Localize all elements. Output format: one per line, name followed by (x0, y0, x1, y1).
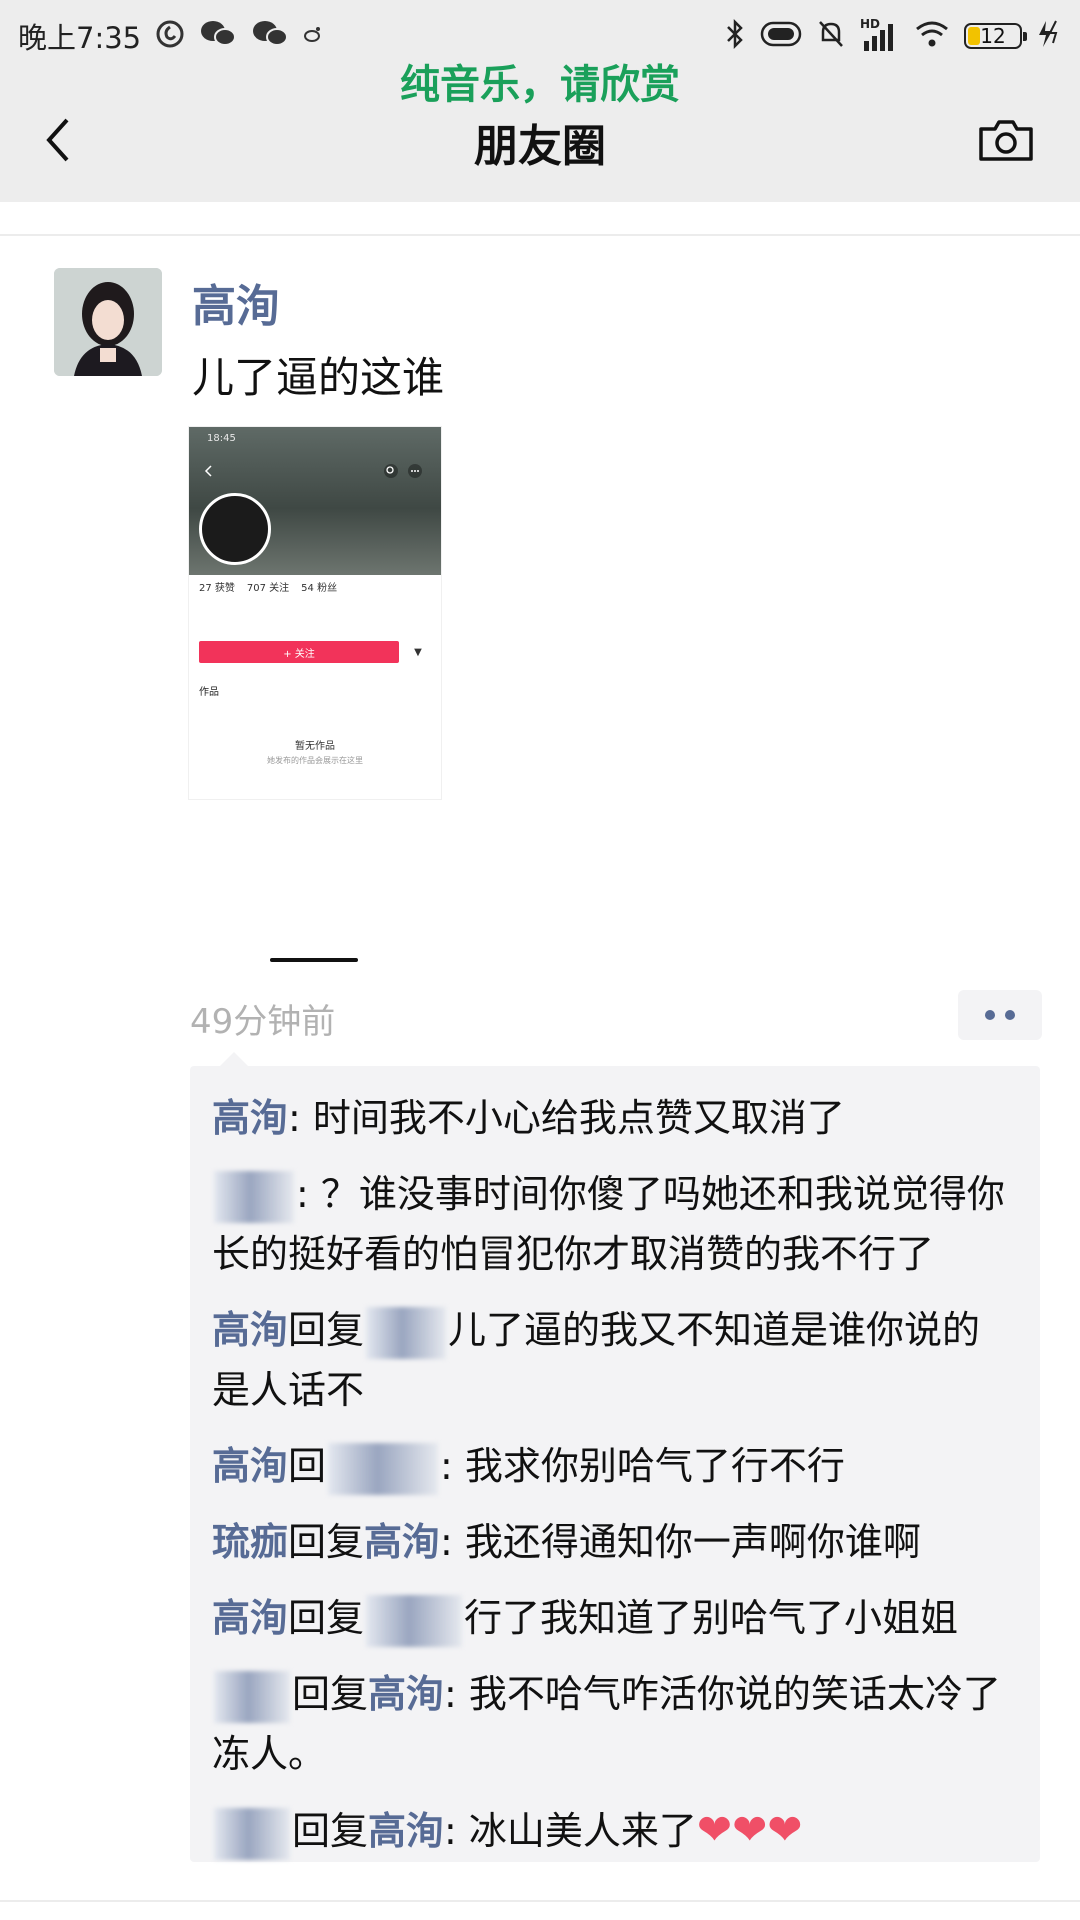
image-status-time: 18:45 (207, 433, 236, 444)
more-actions-button[interactable] (958, 990, 1042, 1040)
image-empty-subtitle: 她发布的作品会展示在这里 (267, 756, 363, 765)
redacted-name (214, 1670, 290, 1723)
reply-word: 回复 (288, 1308, 365, 1352)
comment-author[interactable]: 高洵 (212, 1308, 288, 1352)
reply-word: 回复 (288, 1596, 365, 1640)
comment-item[interactable]: : ？谁没事时间你傻了吗她还和我说觉得你长的挺好看的怕冒犯你才取消赞的我不行了 (212, 1164, 1018, 1284)
comment-item[interactable]: 高洵回复 儿了逼的我又不知道是谁你说的是人话不 (212, 1300, 1018, 1420)
wechat-icon (199, 19, 237, 53)
mute-bell-icon (816, 18, 846, 54)
page-title: 朋友圈 (474, 121, 606, 172)
weibo-icon (303, 24, 323, 48)
image-works-label: 作品 (199, 687, 219, 698)
comment-text: : 时间我不小心给我点赞又取消了 (288, 1096, 845, 1140)
comment-author[interactable]: 高洵 (212, 1096, 288, 1140)
image-stats: 27 获赞 707 关注 54 粉丝 (199, 579, 337, 594)
image-avatar (199, 493, 271, 565)
comment-text: : 冰山美人来了 (444, 1809, 697, 1853)
battery-level: 12 (980, 24, 1006, 48)
post-image[interactable]: 18:45 27 获赞 707 关注 54 粉丝 + 关注 ▼ 作品 暂无作品 … (188, 426, 442, 800)
camera-button[interactable] (976, 112, 1036, 168)
network-label: HD (860, 17, 881, 31)
heart-icons: ❤❤❤ (696, 1805, 803, 1854)
toggle-icon (760, 21, 802, 51)
media-indicator (270, 958, 358, 962)
image-dropdown-icon: ▼ (414, 646, 422, 658)
reply-word: 回复 (292, 1809, 369, 1853)
comment-item[interactable]: 高洵回复 行了我知道了别哈气了小姐姐 (212, 1588, 1018, 1648)
reply-word: 回复 (288, 1520, 365, 1564)
image-back-icon (204, 465, 212, 477)
camera-icon (979, 120, 1033, 161)
reply-target[interactable]: 高洵 (364, 1520, 440, 1564)
comment-author[interactable]: 高洵 (212, 1444, 288, 1488)
post-text: 儿了逼的这谁 (192, 353, 445, 402)
comments-panel: 高洵: 时间我不小心给我点赞又取消了 : ？谁没事时间你傻了吗她还和我说觉得你长… (190, 1052, 1040, 1862)
wifi-icon (914, 19, 950, 53)
reply-target[interactable]: 高洵 (368, 1809, 444, 1853)
netease-music-icon (155, 19, 185, 53)
divider (0, 1900, 1080, 1902)
more-dot-icon (1005, 1010, 1015, 1020)
redacted-name (214, 1807, 290, 1860)
comment-text: : 我还得通知你一声啊你谁啊 (440, 1520, 921, 1564)
comment-item[interactable]: 高洵回 : 我求你别哈气了行不行 (212, 1436, 1018, 1496)
redacted-name (328, 1442, 439, 1495)
post-time: 49分钟前 (190, 1002, 336, 1042)
redacted-name (366, 1594, 463, 1647)
divider (0, 234, 1080, 236)
author-avatar[interactable] (54, 268, 162, 376)
redacted-name (214, 1170, 294, 1223)
comment-item[interactable]: 回复高洵: 冰山美人来了❤❤❤ (212, 1800, 1018, 1861)
reply-word: 回复 (292, 1672, 369, 1716)
image-stat-following: 707 关注 (246, 583, 290, 594)
post-author[interactable]: 高洵 (192, 270, 280, 334)
top-bar: 晚上7:35 HD 12 纯音乐，请欣赏 朋友圈 (0, 0, 1080, 202)
charging-icon (1036, 19, 1062, 53)
bluetooth-icon (724, 18, 746, 54)
redacted-name (366, 1306, 447, 1359)
image-more-icon (408, 464, 422, 478)
comment-item[interactable]: 琉痂回复高洵: 我还得通知你一声啊你谁啊 (212, 1512, 1018, 1572)
image-empty-title: 暂无作品 (295, 741, 335, 752)
comment-author[interactable]: 琉痂 (212, 1520, 288, 1564)
comment-text: 行了我知道了别哈气了小姐姐 (464, 1596, 959, 1640)
comment-item[interactable]: 回复高洵: 我不哈气咋活你说的笑话太冷了冻人。 (212, 1664, 1018, 1784)
battery-icon: 12 (964, 23, 1027, 49)
image-follow-button: + 关注 (199, 641, 399, 663)
more-dot-icon (985, 1010, 995, 1020)
comment-item[interactable]: 高洵: 时间我不小心给我点赞又取消了 (212, 1088, 1018, 1148)
reply-target[interactable]: 高洵 (368, 1672, 444, 1716)
comment-text: : 我求你别哈气了行不行 (440, 1444, 845, 1488)
image-search-icon (384, 464, 398, 478)
signal-icon: HD (860, 17, 900, 53)
music-caption: 纯音乐，请欣赏 (400, 62, 680, 108)
comment-text: : ？谁没事时间你傻了吗她还和我说觉得你长的挺好看的怕冒犯你才取消赞的我不行了 (212, 1172, 1005, 1276)
comment-author[interactable]: 高洵 (212, 1596, 288, 1640)
image-stat-likes: 27 获赞 (199, 583, 235, 594)
wechat-icon-2 (251, 19, 289, 53)
status-time: 晚上7:35 (18, 21, 142, 55)
image-stat-followers: 54 粉丝 (301, 583, 338, 594)
reply-word: 回 (288, 1444, 327, 1488)
